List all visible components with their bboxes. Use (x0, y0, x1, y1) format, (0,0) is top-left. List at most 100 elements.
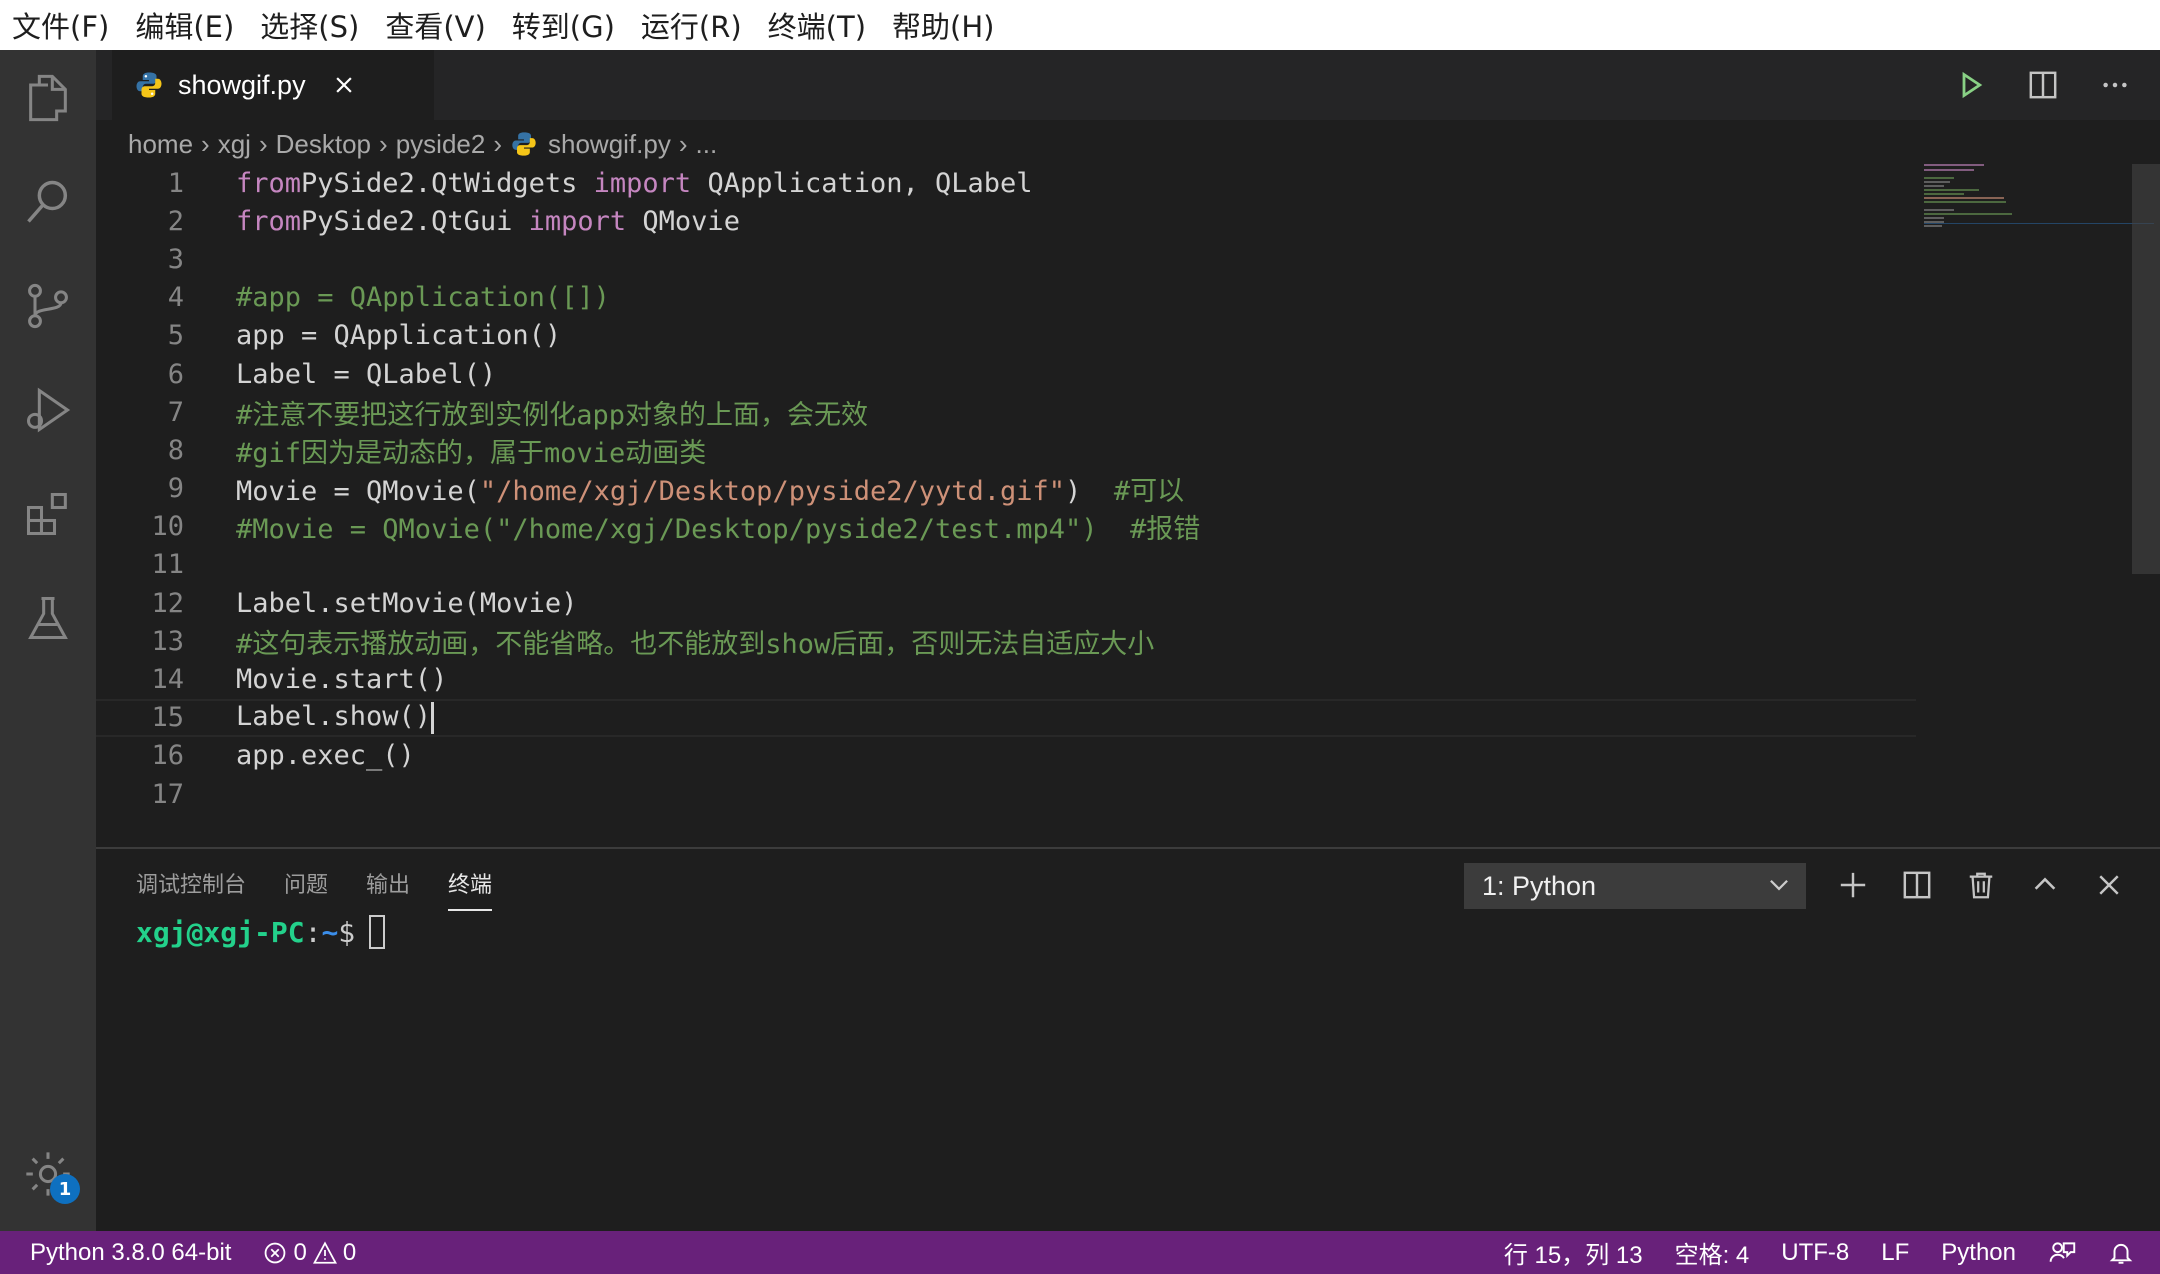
line-number: 9 (167, 473, 184, 505)
code-line[interactable]: 13 #这句表示播放动画，不能省略。也不能放到show后面，否则无法自适应大小 (96, 622, 1916, 660)
line-number: 11 (151, 549, 184, 581)
code-text: Label = QLabel() (236, 359, 496, 390)
more-actions-icon[interactable] (2090, 60, 2140, 110)
editor-actions (1946, 60, 2140, 110)
code-line[interactable]: 17 (96, 775, 1916, 813)
menu-edit[interactable]: 编辑(E) (135, 4, 234, 46)
breadcrumb-home[interactable]: home (128, 129, 193, 160)
line-number: 7 (167, 396, 184, 428)
explorer-icon[interactable] (0, 50, 96, 146)
code-token: "/home/xgj/Desktop/pyside2/yytd.gif" (479, 476, 1066, 508)
code-line[interactable]: 16 app.exec_() (96, 737, 1916, 775)
code-line[interactable]: 11 (96, 546, 1916, 584)
problems-indicator[interactable]: 0 0 (263, 1239, 356, 1267)
breadcrumb: home › xgj › Desktop › pyside2 › showgif… (128, 122, 717, 166)
code-line[interactable]: 1 fromPySide2.QtWidgets import QApplicati… (96, 164, 1916, 202)
python-interpreter[interactable]: Python 3.8.0 64-bit (30, 1239, 231, 1267)
tab-problems[interactable]: 问题 (284, 867, 328, 911)
panel-tabs: 调试控制台 问题 输出 终端 (136, 867, 493, 911)
code-line[interactable]: 4 #app = QApplication([]) (96, 279, 1916, 317)
tab-output[interactable]: 输出 (366, 867, 410, 911)
maximize-panel-icon[interactable] (2022, 859, 2068, 911)
menu-selection[interactable]: 选择(S) (260, 4, 359, 46)
feedback-icon[interactable] (2048, 1239, 2076, 1267)
breadcrumb-file[interactable]: showgif.py (548, 129, 671, 160)
search-icon[interactable] (0, 154, 96, 250)
code-token: #gif因为是动态的，属于movie动画类 (236, 437, 707, 469)
menu-terminal[interactable]: 终端(T) (768, 4, 866, 46)
code-token: #注意不要把这行放到实例化app对象的上面，会无效 (236, 399, 869, 431)
code-line[interactable]: 14 Movie.start() (96, 660, 1916, 698)
run-file-icon[interactable] (1946, 60, 1996, 110)
chevron-right-icon: › (493, 128, 502, 159)
encoding[interactable]: UTF-8 (1781, 1239, 1849, 1267)
menu-file[interactable]: 文件(F) (12, 4, 109, 46)
minimap[interactable] (1924, 164, 2154, 284)
menu-go[interactable]: 转到(G) (512, 4, 615, 46)
breadcrumb-pyside2[interactable]: pyside2 (396, 129, 486, 160)
code-editor[interactable]: 1 fromPySide2.QtWidgets import QApplicati… (96, 164, 1916, 813)
code-token: QMovie (626, 205, 740, 237)
notifications-bell-icon[interactable] (2108, 1240, 2134, 1266)
end-of-line[interactable]: LF (1881, 1239, 1909, 1267)
close-panel-icon[interactable] (2086, 859, 2132, 911)
breadcrumb-symbol[interactable]: ... (696, 129, 718, 160)
panel-actions (1830, 859, 2132, 911)
code-line[interactable]: 15 Label.show() (96, 698, 1916, 737)
menu-view[interactable]: 查看(V) (385, 4, 485, 46)
menu-bar: 文件(F) 编辑(E) 选择(S) 查看(V) 转到(G) 运行(R) 终端(T… (0, 0, 2160, 50)
code-line[interactable]: 10 #Movie = QMovie("/home/xgj/Desktop/pys… (96, 508, 1916, 546)
code-token: import (528, 205, 627, 237)
language-mode[interactable]: Python (1941, 1239, 2016, 1267)
code-token: QApplication, QLabel (691, 167, 1033, 199)
menu-run[interactable]: 运行(R) (641, 4, 742, 46)
tab-terminal[interactable]: 终端 (448, 867, 493, 911)
code-text: fromPySide2.QtWidgets import QApplicatio… (236, 168, 1033, 199)
code-token: #Movie = QMovie("/home/xgj/Desktop/pysid… (236, 514, 1201, 546)
chevron-down-icon (1766, 871, 1792, 904)
python-file-icon (512, 132, 536, 156)
editor-scrollbar[interactable] (2132, 164, 2160, 574)
terminal-select[interactable]: 1: Python (1464, 863, 1806, 909)
split-terminal-icon[interactable] (1894, 859, 1940, 911)
line-number: 5 (167, 320, 184, 352)
code-token: Label.show() (236, 701, 432, 733)
prompt-user: xgj@xgj-PC (136, 915, 305, 949)
settings-gear-icon[interactable]: 1 (0, 1126, 96, 1222)
prompt-colon: : (304, 915, 322, 949)
tab-debug-console[interactable]: 调试控制台 (136, 867, 246, 911)
terminal-prompt[interactable]: xgj@xgj-PC: ~ $ (136, 915, 386, 949)
line-number: 6 (167, 358, 184, 390)
code-line[interactable]: 12 Label.setMovie(Movie) (96, 584, 1916, 622)
run-debug-icon[interactable] (0, 362, 96, 458)
line-number: 10 (151, 511, 184, 543)
code-text: app.exec_() (236, 740, 415, 771)
code-line[interactable]: 7 #注意不要把这行放到实例化app对象的上面，会无效 (96, 393, 1916, 431)
indentation[interactable]: 空格: 4 (1675, 1235, 1750, 1270)
error-icon (265, 1242, 286, 1263)
line-number: 15 (151, 702, 184, 734)
tab-showgif[interactable]: showgif.py (112, 50, 434, 120)
menu-help[interactable]: 帮助(H) (892, 4, 994, 46)
code-line[interactable]: 6 Label = QLabel() (96, 355, 1916, 393)
testing-icon[interactable] (0, 570, 96, 666)
extensions-icon[interactable] (0, 466, 96, 562)
tab-close-icon[interactable] (330, 71, 358, 99)
breadcrumb-desktop[interactable]: Desktop (276, 129, 371, 160)
chevron-right-icon: › (201, 128, 210, 159)
cursor-position[interactable]: 行 15，列 13 (1504, 1235, 1643, 1270)
warning-icon (312, 1240, 337, 1264)
code-line[interactable]: 5 app = QApplication() (96, 317, 1916, 355)
source-control-icon[interactable] (0, 258, 96, 354)
code-text: Label.show() (236, 701, 435, 734)
code-line[interactable]: 9 Movie = QMovie("/home/xgj/Desktop/pysid… (96, 470, 1916, 508)
code-line[interactable]: 3 (96, 240, 1916, 278)
code-token: app = QApplication() (236, 320, 562, 352)
new-terminal-icon[interactable] (1830, 859, 1876, 911)
status-bar: Python 3.8.0 64-bit 0 0 行 15，列 13 空格: 4 … (0, 1231, 2160, 1274)
code-line[interactable]: 8 #gif因为是动态的，属于movie动画类 (96, 431, 1916, 469)
breadcrumb-xgj[interactable]: xgj (218, 129, 251, 160)
trash-icon[interactable] (1958, 859, 2004, 911)
code-line[interactable]: 2 fromPySide2.QtGui import QMovie (96, 202, 1916, 240)
split-editor-icon[interactable] (2018, 60, 2068, 110)
